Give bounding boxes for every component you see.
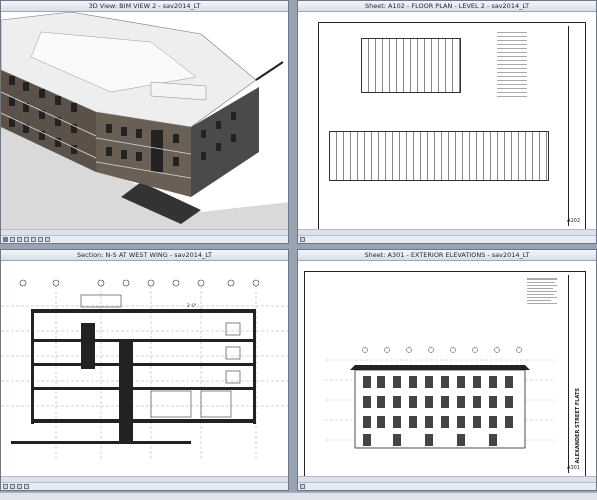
application-status-bar (0, 492, 597, 500)
drawing-sheet: ALEXANDER STREET FLATS A301 (304, 271, 586, 477)
view-control-icon[interactable] (3, 237, 8, 242)
view-control-icon[interactable] (3, 484, 8, 489)
window-3d-view[interactable]: 3D View: BIM VIEW 2 - sav2014_LT (0, 0, 289, 244)
building-section-drawing: 3'-0" (1, 279, 288, 461)
drawing-sheet: A102 (318, 22, 586, 230)
section-canvas[interactable]: 3'-0" (1, 261, 288, 482)
view-control-icon[interactable] (10, 237, 15, 242)
view-control-icon[interactable] (300, 484, 305, 489)
title-block: ALEXANDER STREET FLATS A301 (567, 275, 582, 473)
dimension-label: 3'-0" (187, 303, 197, 308)
exterior-elevation-drawing (325, 278, 557, 449)
view-control-icon[interactable] (17, 237, 22, 242)
building-3d-model (1, 11, 288, 237)
window-title[interactable]: Sheet: A102 - FLOOR PLAN - LEVEL 2 - sav… (298, 1, 596, 12)
view-control-icon[interactable] (38, 237, 43, 242)
view-control-icon[interactable] (24, 237, 29, 242)
revit-workspace: 3D View: BIM VIEW 2 - sav2014_LT Sheet: … (0, 0, 597, 500)
window-floor-plan-sheet[interactable]: Sheet: A102 - FLOOR PLAN - LEVEL 2 - sav… (297, 0, 597, 244)
sheet-number: A102 (567, 218, 580, 224)
title-block: A102 (567, 26, 582, 226)
view-control-icon[interactable] (300, 237, 305, 242)
view-3d-canvas[interactable] (1, 11, 288, 237)
floor-plan-upper (361, 38, 461, 93)
view-control-icon[interactable] (24, 484, 29, 489)
view-control-bar (298, 235, 596, 243)
sheet-canvas[interactable]: ALEXANDER STREET FLATS A301 (298, 261, 596, 482)
sheet-number: A301 (567, 465, 580, 471)
floor-plan-lower (329, 131, 549, 181)
view-control-icon[interactable] (31, 237, 36, 242)
view-control-bar (1, 235, 288, 243)
view-control-icon[interactable] (17, 484, 22, 489)
window-title[interactable]: Section: N-S AT WEST WING - sav2014_LT (1, 250, 288, 261)
view-control-bar (1, 482, 288, 490)
view-control-icon[interactable] (45, 237, 50, 242)
general-notes (497, 29, 527, 99)
window-elevations-sheet[interactable]: Sheet: A301 - EXTERIOR ELEVATIONS - sav2… (297, 249, 597, 491)
view-control-bar (298, 482, 596, 490)
window-section-view[interactable]: Section: N-S AT WEST WING - sav2014_LT 3… (0, 249, 289, 491)
project-name: ALEXANDER STREET FLATS (575, 387, 581, 463)
view-control-icon[interactable] (10, 484, 15, 489)
window-title[interactable]: 3D View: BIM VIEW 2 - sav2014_LT (1, 1, 288, 12)
sheet-canvas[interactable]: A102 (298, 12, 596, 235)
window-title[interactable]: Sheet: A301 - EXTERIOR ELEVATIONS - sav2… (298, 250, 596, 261)
